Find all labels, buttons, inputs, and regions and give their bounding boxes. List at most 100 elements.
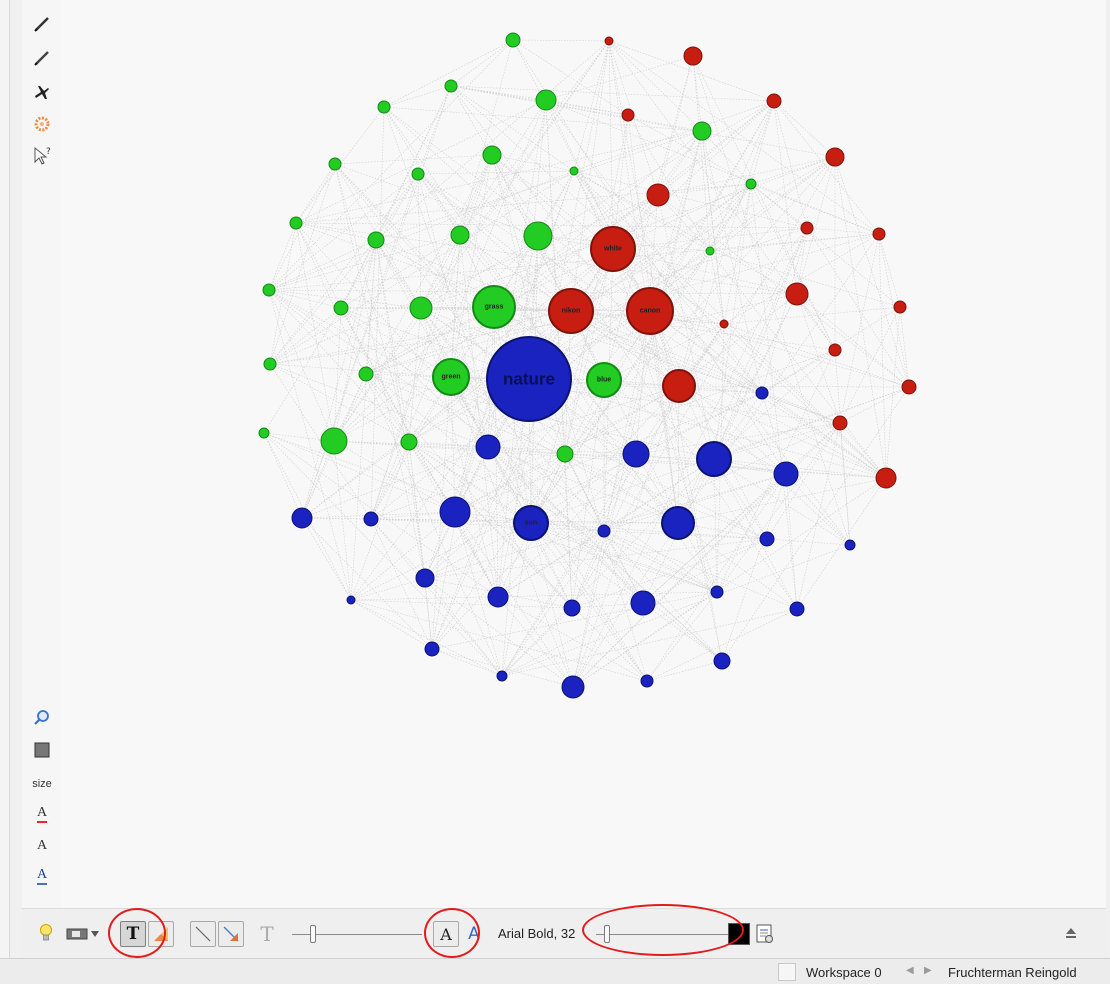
graph-node[interactable]	[773, 461, 799, 487]
size-label[interactable]: size	[22, 770, 62, 798]
graph-node[interactable]	[710, 585, 724, 599]
graph-node[interactable]	[367, 231, 385, 249]
graph-node[interactable]	[646, 183, 670, 207]
graph-node[interactable]	[291, 507, 313, 529]
graph-node[interactable]	[622, 440, 650, 468]
graph-node[interactable]	[358, 366, 374, 382]
graph-node[interactable]	[475, 434, 501, 460]
graph-node[interactable]	[482, 145, 502, 165]
graph-node[interactable]	[415, 568, 435, 588]
graph-edge	[459, 154, 493, 236]
square-icon[interactable]	[22, 736, 62, 764]
graph-node[interactable]	[505, 32, 521, 48]
graph-node[interactable]	[523, 221, 553, 251]
graph-node[interactable]	[630, 590, 656, 616]
attributes-icon[interactable]	[754, 922, 776, 946]
graph-node[interactable]	[901, 379, 917, 395]
screenshot-icon[interactable]	[66, 926, 88, 942]
hide-edges-button[interactable]	[190, 921, 216, 947]
graph-node[interactable]	[377, 100, 391, 114]
text-size-icon[interactable]: A	[22, 832, 62, 860]
next-workspace-icon[interactable]: ▶	[924, 965, 932, 976]
previous-workspace-icon[interactable]: ◀	[906, 965, 914, 976]
graph-node[interactable]	[661, 506, 695, 540]
eject-icon[interactable]	[1062, 924, 1080, 942]
graph-node-nature[interactable]: nature	[486, 336, 572, 422]
graph-node[interactable]	[640, 674, 654, 688]
graph-node[interactable]	[766, 93, 782, 109]
graph-node[interactable]	[258, 427, 270, 439]
graph-node[interactable]	[400, 433, 418, 451]
painter-icon[interactable]	[22, 110, 62, 138]
graph-node[interactable]	[561, 675, 585, 699]
graph-node-canon[interactable]: canon	[626, 287, 674, 335]
graph-node[interactable]	[439, 496, 471, 528]
graph-node[interactable]	[333, 300, 349, 316]
graph-node-green[interactable]: green	[432, 358, 470, 396]
graph-node[interactable]	[535, 89, 557, 111]
graph-node[interactable]	[320, 427, 348, 455]
graph-node[interactable]	[789, 601, 805, 617]
graph-node[interactable]	[705, 246, 715, 256]
lightbulb-icon[interactable]	[36, 923, 56, 945]
graph-node[interactable]	[825, 147, 845, 167]
graph-node[interactable]	[262, 283, 276, 297]
graph-node[interactable]	[713, 652, 731, 670]
graph-node[interactable]	[875, 467, 897, 489]
graph-node[interactable]	[569, 166, 579, 176]
graph-node-white[interactable]: white	[590, 226, 636, 272]
graph-node-nikon[interactable]: nikon	[548, 288, 594, 334]
graph-node[interactable]	[785, 282, 809, 306]
graph-node[interactable]	[832, 415, 848, 431]
graph-node[interactable]	[759, 531, 775, 547]
graph-node[interactable]	[444, 79, 458, 93]
graph-node-blue[interactable]: blue	[586, 362, 622, 398]
pointer-help-icon[interactable]: ?	[22, 142, 62, 170]
graph-node[interactable]	[828, 343, 842, 357]
graph-node[interactable]	[563, 599, 581, 617]
graph-svg[interactable]: nature grass green blue white nikon canon sun	[62, 0, 1106, 908]
graph-node[interactable]	[893, 300, 907, 314]
graph-node[interactable]	[556, 445, 574, 463]
graph-node[interactable]	[597, 524, 611, 538]
graph-node[interactable]	[409, 296, 433, 320]
plane-icon[interactable]	[22, 78, 62, 106]
graph-node-grass[interactable]: grass	[472, 285, 516, 329]
graph-node[interactable]	[411, 167, 425, 181]
graph-node[interactable]	[800, 221, 814, 235]
graph-node-sun[interactable]: sun	[513, 505, 549, 541]
text-outline-icon[interactable]: A	[22, 862, 62, 890]
graph-node[interactable]	[755, 386, 769, 400]
chevron-down-icon[interactable]	[90, 929, 100, 939]
graph-node[interactable]	[662, 369, 696, 403]
graph-node[interactable]	[696, 441, 732, 477]
graph-node[interactable]	[346, 595, 356, 605]
graph-node[interactable]	[289, 216, 303, 230]
graph-node[interactable]	[450, 225, 470, 245]
graph-node[interactable]	[719, 319, 729, 329]
graph-node[interactable]	[496, 670, 508, 682]
graph-node[interactable]	[692, 121, 712, 141]
graph-edge	[333, 239, 377, 442]
graph-node[interactable]	[745, 178, 757, 190]
edge-pencil-icon[interactable]	[22, 44, 62, 72]
graph-node[interactable]	[328, 157, 342, 171]
graph-node[interactable]	[363, 511, 379, 527]
graph-node[interactable]	[844, 539, 856, 551]
pencil-icon[interactable]	[22, 10, 62, 38]
graph-node[interactable]	[263, 357, 277, 371]
zoom-icon[interactable]	[22, 704, 62, 732]
graph-node[interactable]	[621, 108, 635, 122]
text-size-button[interactable]: T	[254, 921, 280, 947]
edge-scale-slider-thumb[interactable]	[310, 925, 316, 943]
graph-node[interactable]	[424, 641, 440, 657]
graph-canvas[interactable]: nature grass green blue white nikon canon sun	[62, 0, 1106, 908]
graph-node[interactable]	[604, 36, 614, 46]
text-color-icon[interactable]: A	[22, 800, 62, 828]
graph-node[interactable]	[487, 586, 509, 608]
graph-node[interactable]	[683, 46, 703, 66]
edge-color-button[interactable]	[218, 921, 244, 947]
layout-label[interactable]: Fruchterman Reingold	[948, 965, 1077, 980]
graph-node[interactable]	[872, 227, 886, 241]
workspace-label[interactable]: Workspace 0	[806, 965, 882, 980]
